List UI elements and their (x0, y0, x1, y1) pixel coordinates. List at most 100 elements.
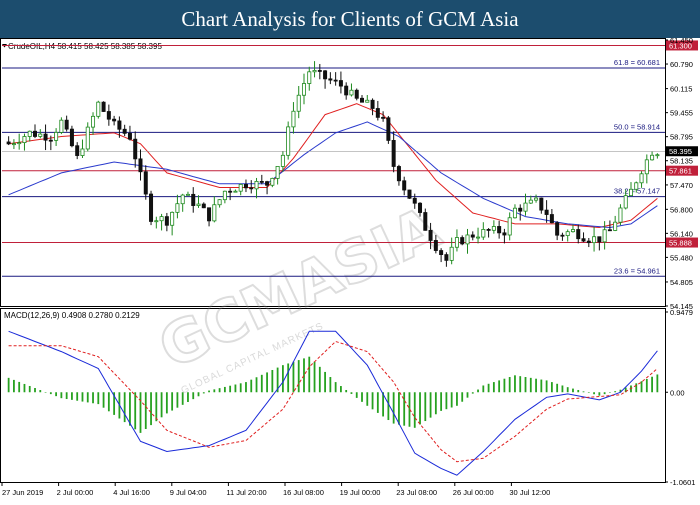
macd-histogram-bar (392, 392, 395, 424)
macd-histogram-bar (535, 378, 537, 393)
macd-histogram-bar (593, 392, 595, 395)
macd-histogram-bar (18, 381, 21, 393)
macd-histogram-bar (387, 392, 390, 421)
macd-pane-frame (0, 308, 666, 483)
level-tag: 61.8 = 60.681 (614, 58, 660, 67)
macd-histogram-bar (202, 392, 205, 394)
macd-histogram-bar (424, 392, 427, 422)
candle-body (544, 209, 549, 215)
macd-histogram-bar (350, 392, 353, 394)
macd-histogram-bar (524, 377, 527, 393)
macd-histogram-bar (129, 392, 131, 426)
candle-body (59, 119, 64, 133)
macd-histogram-bar (498, 380, 501, 393)
candle-body (497, 226, 502, 234)
macd-y-tick-label: 0.9479 (670, 308, 693, 317)
macd-histogram-bar (466, 392, 469, 398)
macd-histogram-bar (361, 392, 363, 402)
candle-body (286, 126, 291, 156)
macd-histogram-bar (155, 392, 158, 422)
macd-histogram-bar (34, 388, 36, 393)
candle-body (69, 128, 74, 147)
candle-body (212, 204, 217, 222)
macd-signal-line (8, 340, 658, 463)
macd-histogram-bar (471, 392, 474, 394)
macd-histogram-bar (287, 363, 290, 393)
macd-histogram-bar (308, 356, 311, 393)
y-tick-label: 58.135 (670, 157, 693, 166)
macd-histogram-bar (450, 392, 453, 408)
macd-histogram-bar (150, 392, 152, 426)
candle-body (586, 240, 591, 244)
macd-y-tick-label: 0.00 (670, 388, 685, 397)
macd-histogram-bar (340, 386, 342, 393)
watermark-text: GCMASIA (149, 193, 451, 382)
macd-histogram-bar (456, 392, 458, 406)
macd-histogram-bar (508, 377, 511, 393)
candle-body (602, 229, 607, 243)
macd-histogram-bar (514, 375, 516, 393)
macd-histogram-bar (60, 392, 63, 399)
macd-histogram-bar (461, 392, 464, 402)
macd-histogram-bar (49, 392, 52, 395)
level-price-label: 55.888 (669, 239, 692, 248)
candle-body (502, 232, 507, 236)
candle-body (423, 212, 428, 231)
candle-body (460, 237, 465, 245)
macd-histogram-bar (303, 358, 305, 393)
macd-histogram-bar (503, 378, 506, 393)
candle-body (634, 182, 639, 190)
macd-histogram-bar (92, 392, 94, 404)
macd-histogram-bar (324, 371, 326, 393)
macd-histogram-bar (55, 392, 58, 397)
candle-body (650, 154, 655, 161)
candle-body (64, 119, 69, 130)
candle-body (365, 99, 370, 103)
macd-histogram-bar (419, 392, 421, 425)
macd-histogram-bar (266, 372, 268, 393)
candle-body (270, 177, 275, 186)
macd-histogram-bar (160, 392, 163, 418)
macd-histogram-bar (550, 382, 553, 393)
candle-body (122, 128, 127, 134)
macd-histogram-bar (318, 366, 321, 393)
macd-histogram-bar (440, 392, 443, 411)
candle-body (185, 193, 190, 196)
macd-histogram-bar (329, 377, 332, 393)
candle-body (301, 83, 306, 96)
candle-body (338, 80, 343, 87)
x-tick-label: 2 Jul 00:00 (57, 488, 94, 497)
macd-histogram-bar (234, 384, 237, 393)
level-price-label: 57.861 (669, 167, 692, 176)
candle-body (259, 180, 264, 183)
candle-body (112, 118, 117, 122)
y-tick-label: 60.115 (670, 85, 692, 94)
candle-body (655, 154, 660, 157)
candle-body (428, 229, 433, 241)
candle-body (6, 141, 11, 145)
candle-body (85, 126, 90, 150)
candle-body (207, 207, 212, 222)
candle-body (11, 143, 16, 146)
macd-histogram-bar (587, 392, 590, 393)
macd-histogram-bar (598, 392, 601, 396)
x-tick-label: 4 Jul 16:00 (113, 488, 150, 497)
candle-body (317, 70, 322, 72)
candle-body (48, 139, 53, 142)
candle-body (576, 229, 581, 240)
candle-body (296, 94, 301, 112)
macd-histogram-bar (292, 361, 295, 393)
candle-body (249, 187, 254, 190)
candle-body (555, 222, 560, 236)
current-price-label: 58.395 (669, 147, 692, 156)
macd-histogram-bar (561, 385, 564, 393)
moving-averages: 58.395 (2, 103, 698, 229)
macd-histogram-bar (97, 392, 100, 405)
candle-body (101, 101, 106, 112)
macd-pane: MACD(12,26,9) 0.4908 0.2780 0.2129 0.947… (4, 308, 695, 487)
macd-histogram-bar (260, 374, 263, 393)
candle-body (265, 181, 270, 186)
macd-histogram-bar (608, 392, 611, 393)
macd-histogram-bar (218, 388, 221, 393)
candle-body (80, 148, 85, 156)
